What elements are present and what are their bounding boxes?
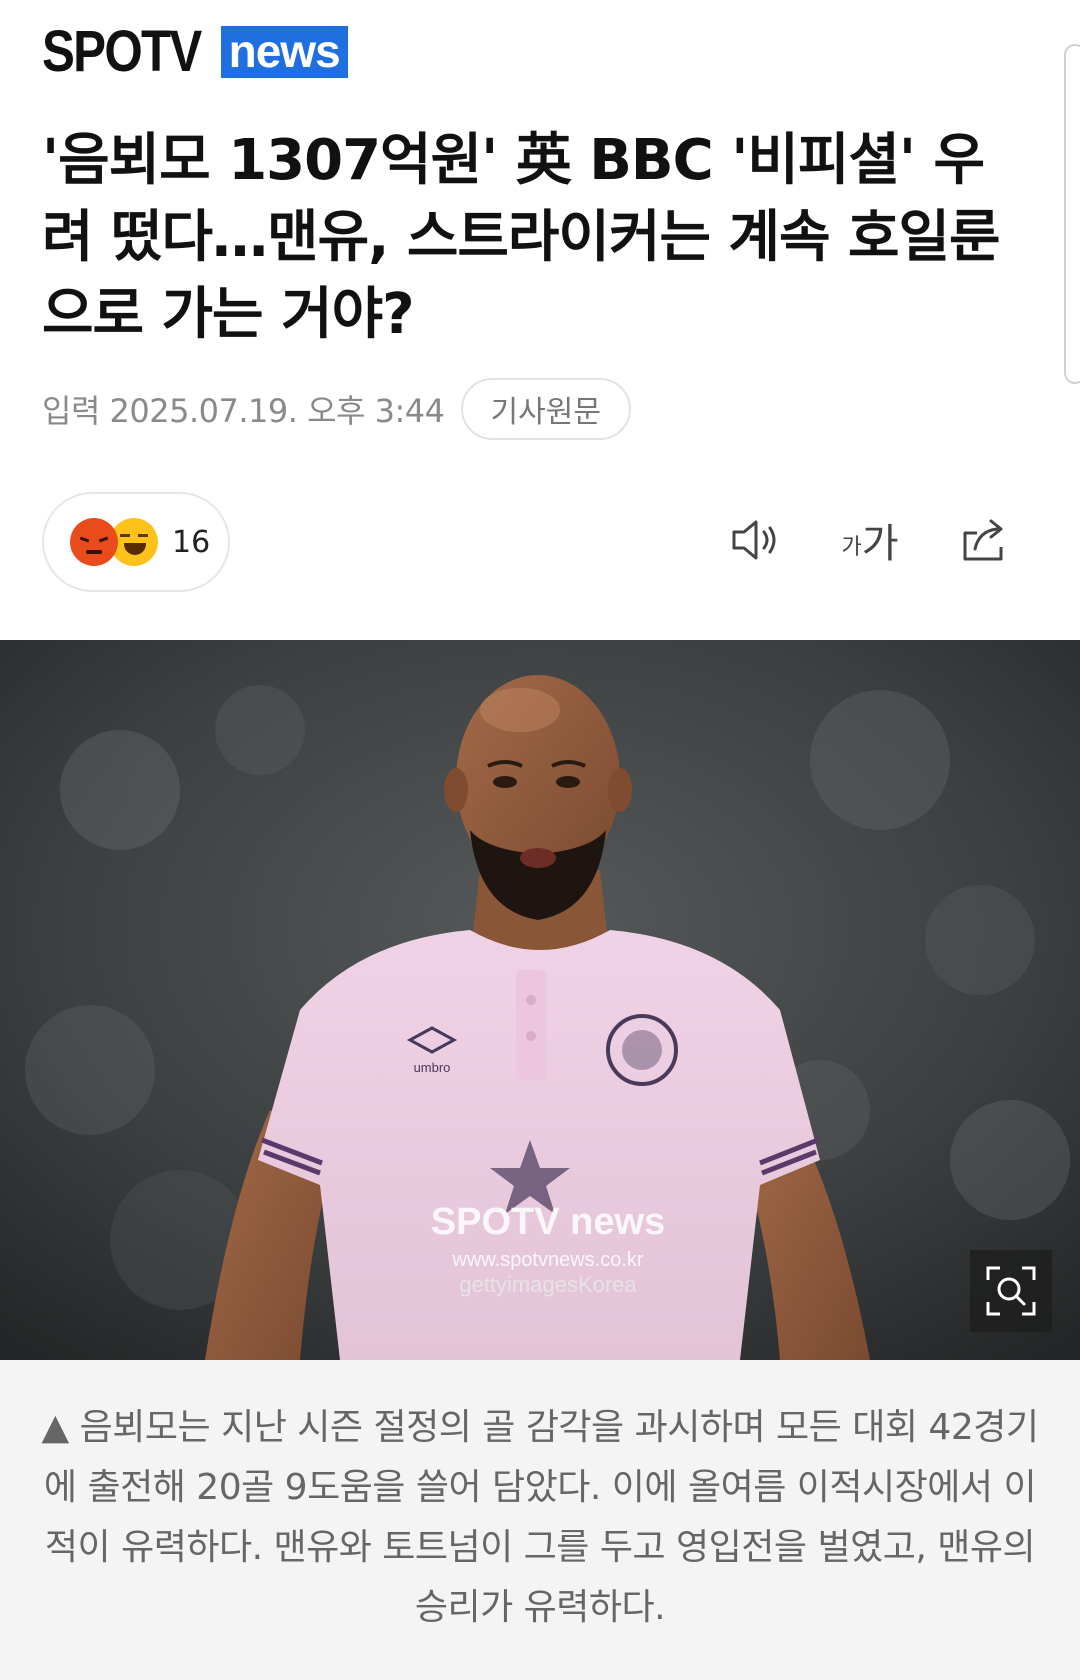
photo-zoom-button[interactable] xyxy=(970,1250,1052,1332)
reaction-button[interactable]: 16 xyxy=(42,492,230,592)
logo-spotv[interactable]: SPOTV xyxy=(42,23,202,81)
share-button[interactable] xyxy=(952,508,1016,572)
photo-watermark-brand: SPOTV news xyxy=(431,1201,665,1243)
angry-face-icon xyxy=(70,518,118,566)
share-icon xyxy=(963,519,1003,561)
site-header: SPOTV news xyxy=(42,22,348,82)
scrollbar[interactable] xyxy=(1064,44,1080,384)
photo-caption: ▲ 음뵈모는 지난 시즌 절정의 골 감각을 과시하며 모든 대회 42경기에 … xyxy=(41,1407,1039,1628)
photo-watermark-url: www.spotvnews.co.kr xyxy=(451,1249,644,1271)
publish-date: 입력 2025.07.19. 오후 3:44 xyxy=(42,392,445,430)
photo-caption-area: ▲ 음뵈모는 지난 시즌 절정의 골 감각을 과시하며 모든 대회 42경기에 … xyxy=(0,1360,1080,1680)
article-meta: 입력 2025.07.19. 오후 3:44 기사원문 xyxy=(42,378,631,440)
photo-watermark-getty: gettyimagesKorea xyxy=(459,1272,637,1297)
font-size-large-label: 가 xyxy=(861,521,899,567)
logo-news[interactable]: news xyxy=(220,26,348,78)
font-size-small-label: 가 xyxy=(841,535,862,560)
article-photo[interactable]: umbro SPOTV news www.spotvnews.co.kr get… xyxy=(0,640,1080,1360)
article-title: '음뵈모 1307억원' 英 BBC '비피셜' 우려 떴다…맨유, 스트라이커… xyxy=(42,128,1001,347)
text-to-speech-button[interactable] xyxy=(724,508,788,572)
original-article-button[interactable]: 기사원문 xyxy=(460,378,631,440)
jersey-brand-text: umbro xyxy=(414,1060,451,1075)
font-size-button[interactable]: 가 가 xyxy=(838,508,902,572)
zoom-icon xyxy=(986,1266,1036,1316)
player-photo: umbro SPOTV news www.spotvnews.co.kr get… xyxy=(0,640,1080,1360)
speaker-icon xyxy=(732,520,776,560)
reaction-count: 16 xyxy=(172,524,211,560)
